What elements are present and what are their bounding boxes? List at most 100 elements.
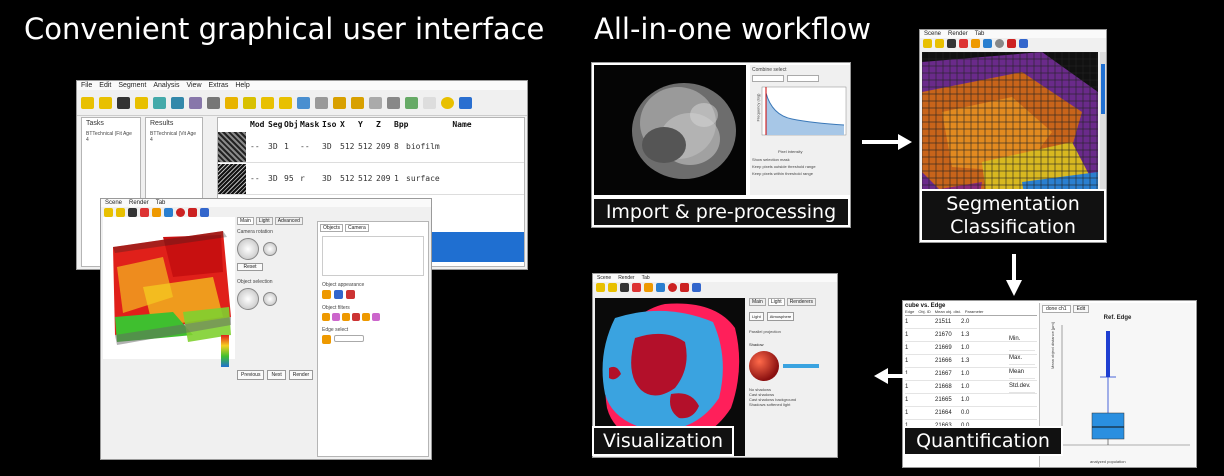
help-icon[interactable] [459,96,472,109]
save-icon[interactable] [128,208,137,217]
tasks-item[interactable]: BTTechnical (Fit Age 4 [82,129,140,145]
folder-icon[interactable] [596,283,605,292]
menu-tab[interactable]: Tab [156,200,166,206]
palette-icon[interactable] [644,283,653,292]
chart-icon[interactable] [405,96,418,109]
calculator-icon[interactable] [297,96,310,109]
camera-icon[interactable] [656,283,665,292]
col-parameter[interactable]: Parameter [965,309,984,314]
table-row[interactable]: -- 3D 95 r 3D 512 512 209 1 surface [218,163,524,195]
selection-sphere-icon[interactable] [237,288,259,310]
parallel-projection-option[interactable]: Parallel projection [749,329,837,334]
menu-render[interactable]: Render [618,275,634,281]
results-item[interactable]: BTTechnical (Vit Age 4 [146,129,202,145]
light-intensity-slider[interactable] [783,364,819,368]
menu-segment[interactable]: Segment [118,82,146,89]
export-vtk-icon[interactable] [171,96,184,109]
color-icon[interactable] [632,283,641,292]
open-icon[interactable] [116,208,125,217]
video-icon[interactable] [1007,39,1016,48]
record-icon[interactable] [668,283,677,292]
save-icon[interactable] [620,283,629,292]
filter-icon[interactable] [333,96,346,109]
stack-icon[interactable] [261,96,274,109]
menu-view[interactable]: View [186,82,201,89]
col-obj-id[interactable]: Obj. ID [918,309,930,314]
selection-mask-option[interactable]: Show selection mask [750,156,850,163]
open-icon[interactable] [608,283,617,292]
appearance-icon[interactable] [346,290,355,299]
col-name[interactable]: Name [412,120,512,129]
video-icon[interactable] [188,208,197,217]
open-folder-icon[interactable] [81,96,94,109]
light-sphere-icon[interactable] [749,351,779,381]
filter-icon[interactable] [342,313,350,321]
light-button[interactable]: Light [749,312,764,321]
video-icon[interactable] [680,283,689,292]
tab-objects[interactable]: Objects [320,224,343,232]
folder-icon[interactable] [104,208,113,217]
color-icon[interactable] [140,208,149,217]
tab-done-ch1[interactable]: done ch1 [1042,305,1071,313]
record-icon[interactable] [176,208,185,217]
menu-render[interactable]: Render [129,200,149,206]
selection-knob-icon[interactable] [263,292,277,306]
col-mod[interactable]: Mod [248,120,266,129]
tab-renderers[interactable]: Renderers [786,298,817,306]
appearance-icon[interactable] [334,290,343,299]
col-iso[interactable]: Iso [320,120,338,129]
tab-main[interactable]: Main [237,217,254,225]
people-icon[interactable] [441,96,454,109]
filter-icon[interactable] [332,313,340,321]
camera-icon[interactable] [983,39,992,48]
export-other-icon[interactable] [207,96,220,109]
col-z[interactable]: Z [374,120,392,129]
atmosphere-button[interactable]: Atmosphere [766,312,795,321]
tab-light[interactable]: Light [767,298,785,306]
menu-file[interactable]: File [81,82,92,89]
color-icon[interactable] [959,39,968,48]
col-y[interactable]: Y [356,120,374,129]
vtk-icon[interactable] [387,96,400,109]
reset-button[interactable]: Reset [237,263,263,271]
save-disk-icon[interactable] [117,96,130,109]
render-button[interactable]: Render [288,370,314,380]
import-icon[interactable] [135,96,148,109]
key-icon[interactable] [369,96,382,109]
table-row[interactable]: 1 21665 1.0 [905,394,1037,407]
tab-edit[interactable]: Edit [1072,305,1090,313]
grid-icon[interactable] [200,208,209,217]
import-image-view[interactable] [594,65,746,195]
menu-edit[interactable]: Edit [99,82,111,89]
heatmap-viewport[interactable] [103,217,235,367]
save-icon[interactable] [947,39,956,48]
export-icon[interactable] [153,96,166,109]
appearance-icon[interactable] [322,290,331,299]
edge-input[interactable] [334,335,364,342]
menu-scene[interactable]: Scene [597,275,611,281]
palette-icon[interactable] [971,39,980,48]
pencil-icon[interactable] [243,96,256,109]
tag-icon[interactable] [279,96,292,109]
menu-extras[interactable]: Extras [209,82,229,89]
folder-icon[interactable] [923,39,932,48]
menu-tab[interactable]: Tab [642,275,650,281]
tree-icon[interactable] [315,96,328,109]
soft-shadows-option[interactable]: Shadows softened light [749,402,837,407]
edge-icon[interactable] [322,335,331,344]
filter-icon[interactable] [352,313,360,321]
menu-help[interactable]: Help [235,82,249,89]
grid-icon[interactable] [692,283,701,292]
tab-light[interactable]: Light [255,217,273,225]
filter-icon[interactable] [322,313,330,321]
tab-advanced[interactable]: Advanced [274,217,303,225]
col-seg[interactable]: Seg [266,120,282,129]
table-row[interactable]: -- 3D 1 -- 3D 512 512 209 8 biofilm [218,131,524,163]
col-obj[interactable]: Obj [282,120,298,129]
open-tif-icon[interactable] [99,96,112,109]
menu-tab[interactable]: Tab [975,31,985,37]
col-x[interactable]: X [338,120,356,129]
col-edge[interactable]: Edge [905,309,914,314]
menu-render[interactable]: Render [948,31,968,37]
merge-icon[interactable] [351,96,364,109]
